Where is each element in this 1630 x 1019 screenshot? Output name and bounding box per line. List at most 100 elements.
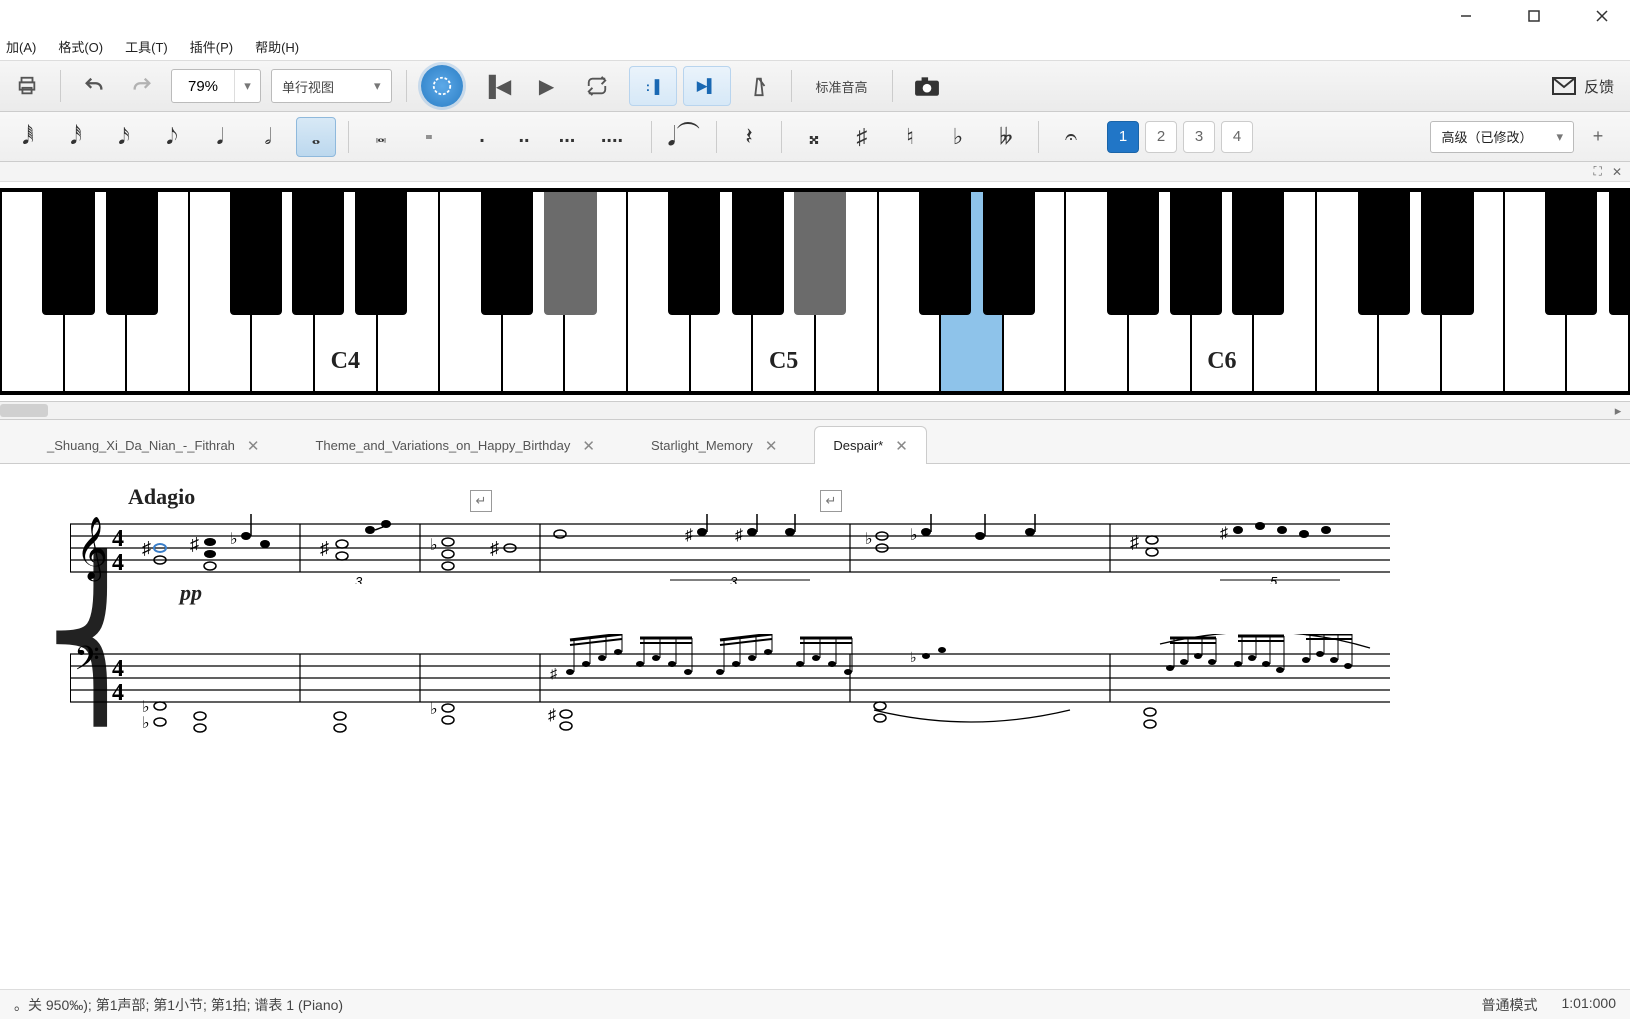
voice-1-button[interactable]: 1	[1107, 121, 1139, 153]
dot-3-button[interactable]: ...	[555, 117, 579, 157]
flat-button[interactable]: ♭	[938, 117, 978, 157]
menu-format[interactable]: 格式(O)	[58, 37, 103, 56]
note-input-mode-button[interactable]	[421, 65, 463, 107]
note-16th-button[interactable]: 𝅘𝅥𝅯	[104, 117, 144, 157]
bass-staff[interactable]: 𝄢 4 4 ♭ ♭ ♭ ♯	[70, 634, 1620, 744]
black-key[interactable]	[355, 192, 407, 315]
tab-theme-variations[interactable]: Theme_and_Variations_on_Happy_Birthday✕	[296, 426, 613, 464]
dot-2-button[interactable]: ..	[513, 117, 535, 157]
menu-tools[interactable]: 工具(T)	[125, 37, 168, 56]
natural-button[interactable]: ♮	[890, 117, 930, 157]
undo-button[interactable]	[75, 68, 113, 104]
tie-button[interactable]: 𝅘𝅥⁀	[664, 117, 704, 157]
note-quarter-button[interactable]: 𝅘𝅥	[200, 117, 240, 157]
expand-panel-icon[interactable]: ⛶	[1594, 164, 1602, 179]
black-key[interactable]	[668, 192, 720, 315]
black-key[interactable]	[1609, 192, 1630, 315]
screenshot-button[interactable]	[907, 70, 947, 102]
black-key[interactable]	[106, 192, 158, 315]
black-key[interactable]	[292, 192, 344, 315]
menu-plugins[interactable]: 插件(P)	[190, 37, 233, 56]
voice-selector: 1 2 3 4	[1107, 121, 1253, 153]
close-icon[interactable]: ✕	[247, 437, 260, 455]
status-position: 1:01:000	[1562, 995, 1617, 1015]
tab-label: Starlight_Memory	[651, 438, 753, 453]
dot-1-button[interactable]: .	[471, 117, 493, 157]
loop-button[interactable]	[579, 68, 615, 104]
zoom-dropdown[interactable]: ▾	[234, 70, 260, 102]
piano-keyboard[interactable]: C4 C5 C6	[0, 188, 1630, 395]
scrollbar-thumb[interactable]	[0, 404, 48, 417]
close-icon[interactable]: ✕	[895, 437, 908, 455]
zoom-input[interactable]	[172, 78, 234, 95]
note-longa-button[interactable]: 𝆸	[409, 117, 449, 157]
zoom-control[interactable]: ▾	[171, 69, 261, 103]
workspace-combo[interactable]: 高级（已修改） ▾	[1430, 121, 1574, 153]
tab-shuang-xi[interactable]: _Shuang_Xi_Da_Nian_-_Fithrah✕	[28, 426, 278, 464]
svg-text:5: 5	[1270, 574, 1278, 584]
note-half-button[interactable]: 𝅗𝅥	[248, 117, 288, 157]
voice-4-button[interactable]: 4	[1221, 121, 1253, 153]
window-close-button[interactable]	[1582, 2, 1622, 30]
black-key-pressed[interactable]	[544, 192, 596, 315]
black-key[interactable]	[1232, 192, 1284, 315]
black-key[interactable]	[1170, 192, 1222, 315]
menu-add[interactable]: 加(A)	[6, 37, 36, 56]
close-icon[interactable]: ✕	[765, 437, 778, 455]
note-32nd-button[interactable]: 𝅘𝅥𝅰	[56, 117, 96, 157]
score-view[interactable]: Adagio ⎨ pp ↵ ↵ 𝄞 4 4 ♯ ♯ ♭ ♯	[0, 464, 1630, 944]
svg-text:♭: ♭	[142, 715, 150, 732]
redo-button[interactable]	[123, 68, 161, 104]
svg-text:♭: ♭	[910, 527, 918, 544]
window-minimize-button[interactable]	[1446, 2, 1486, 30]
flip-direction-button[interactable]: 𝄐	[1051, 117, 1091, 157]
black-key[interactable]	[42, 192, 94, 315]
close-panel-icon[interactable]: ✕	[1612, 165, 1622, 179]
key-label: C6	[1207, 348, 1236, 375]
rewind-button[interactable]: ▐◀	[479, 68, 515, 104]
black-key[interactable]	[1421, 192, 1473, 315]
black-key[interactable]	[732, 192, 784, 315]
scroll-right-icon[interactable]: ▸	[1610, 402, 1626, 419]
play-button[interactable]: ▶	[529, 68, 565, 104]
voice-3-button[interactable]: 3	[1183, 121, 1215, 153]
treble-staff[interactable]: 𝄞 4 4 ♯ ♯ ♭ ♯ ♭ ♯ ♯ ♯ ♭ ♭ ♯ ♯	[70, 514, 1620, 584]
tuning-label[interactable]: 标准音高	[806, 77, 878, 96]
menu-help[interactable]: 帮助(H)	[255, 37, 299, 56]
loop-start-button[interactable]: :▐	[629, 66, 677, 106]
view-mode-select[interactable]: 单行视图 ▾	[271, 69, 392, 103]
note-8th-button[interactable]: 𝅘𝅥𝅮	[152, 117, 192, 157]
black-key[interactable]	[919, 192, 971, 315]
svg-text:♯: ♯	[190, 534, 199, 554]
dot-4-button[interactable]: ....	[599, 117, 625, 157]
black-key[interactable]	[230, 192, 282, 315]
black-key-pressed[interactable]	[794, 192, 846, 315]
note-64th-button[interactable]: 𝅘𝅥𝅱	[8, 117, 48, 157]
black-keys	[0, 192, 1630, 315]
metronome-button[interactable]	[741, 68, 777, 104]
piano-scrollbar[interactable]: ▸	[0, 402, 1630, 420]
feedback-button[interactable]: 反馈	[1552, 76, 1622, 97]
sharp-button[interactable]: ♯	[842, 117, 882, 157]
black-key[interactable]	[1545, 192, 1597, 315]
double-sharp-button[interactable]: 𝄪	[794, 117, 834, 157]
black-key[interactable]	[1358, 192, 1410, 315]
system-break-marker[interactable]: ↵	[820, 490, 842, 512]
window-maximize-button[interactable]	[1514, 2, 1554, 30]
tempo-marking[interactable]: Adagio	[128, 484, 195, 510]
voice-2-button[interactable]: 2	[1145, 121, 1177, 153]
black-key[interactable]	[1107, 192, 1159, 315]
tab-despair[interactable]: Despair*✕	[814, 426, 926, 464]
black-key[interactable]	[983, 192, 1035, 315]
system-break-marker[interactable]: ↵	[470, 490, 492, 512]
loop-end-button[interactable]: ▶▌	[683, 66, 731, 106]
print-button[interactable]	[8, 68, 46, 104]
add-workspace-button[interactable]: +	[1584, 123, 1612, 151]
note-breve-button[interactable]: 𝅜	[361, 117, 401, 157]
close-icon[interactable]: ✕	[582, 437, 595, 455]
tab-starlight[interactable]: Starlight_Memory ✕	[632, 426, 796, 464]
rest-button[interactable]: 𝄽	[729, 117, 769, 157]
note-whole-button[interactable]: 𝅝	[296, 117, 336, 157]
black-key[interactable]	[481, 192, 533, 315]
double-flat-button[interactable]: 𝄫	[986, 117, 1026, 157]
